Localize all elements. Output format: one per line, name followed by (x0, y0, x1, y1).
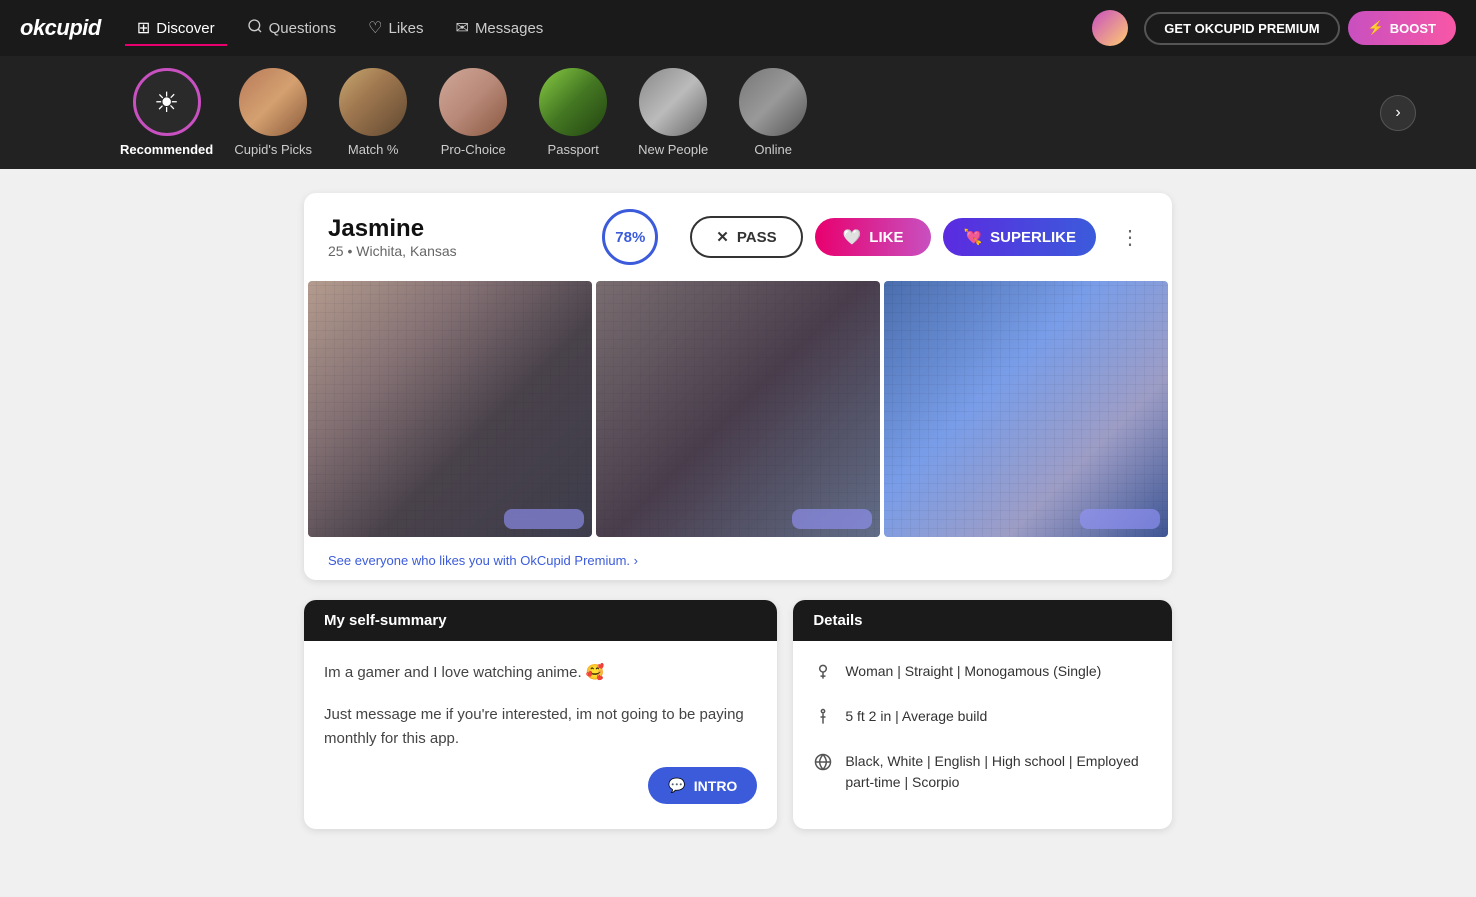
profile-name-block: Jasmine 25 • Wichita, Kansas (328, 215, 586, 259)
boost-icon: ⚡ (1368, 20, 1384, 36)
recommended-sun-icon: ☀ (154, 86, 179, 119)
detail-ethnicity-text: Black, White | English | High school | E… (845, 751, 1152, 793)
cupids-picks-img (239, 68, 307, 136)
summary-line-2: Just message me if you're interested, im… (324, 703, 757, 751)
nav-messages[interactable]: ✉ Messages (444, 10, 556, 46)
pro-choice-img (439, 68, 507, 136)
category-recommended[interactable]: ☀ Recommended (120, 68, 213, 157)
superlike-icon: 💘 (963, 228, 982, 246)
match-percentage-circle: 78% (602, 209, 658, 265)
messages-icon: ✉ (456, 18, 469, 38)
category-cupids-picks[interactable]: Cupid's Picks (233, 68, 313, 157)
action-buttons: ✕ PASS 🤍 LIKE 💘 SUPERLIKE (690, 216, 1096, 258)
main-content: ↺ Jasmine 25 • Wichita, Kansas 78% ✕ PAS… (288, 193, 1188, 829)
nav-messages-label: Messages (475, 20, 543, 37)
photo-blur-overlay-3 (884, 281, 1168, 537)
photo-blur-overlay-2 (596, 281, 880, 537)
like-button[interactable]: 🤍 LIKE (815, 218, 932, 256)
detail-row-ethnicity: Black, White | English | High school | E… (813, 751, 1152, 793)
top-navigation: okcupid ⊞ Discover Questions ♡ Likes ✉ M… (0, 0, 1476, 56)
profile-photo-3[interactable] (884, 281, 1168, 537)
profile-card: ↺ Jasmine 25 • Wichita, Kansas 78% ✕ PAS… (304, 193, 1172, 580)
self-summary-header: My self-summary (304, 600, 777, 641)
photo-badge-1 (504, 509, 584, 529)
user-avatar[interactable] (1092, 10, 1128, 46)
intro-button[interactable]: 💬 INTRO (648, 767, 757, 804)
nav-likes[interactable]: ♡ Likes (356, 10, 435, 46)
nav-questions[interactable]: Questions (235, 10, 349, 47)
photo-blur-overlay-1 (308, 281, 592, 537)
lower-sections: My self-summary Im a gamer and I love wa… (304, 600, 1172, 829)
brand-logo[interactable]: okcupid (20, 15, 101, 41)
new-people-img (639, 68, 707, 136)
premium-likes-link[interactable]: See everyone who likes you with OkCupid … (304, 541, 1172, 580)
summary-line-1: Im a gamer and I love watching anime. 🥰 (324, 661, 757, 685)
self-summary-body: Im a gamer and I love watching anime. 🥰 … (304, 641, 777, 771)
category-new-people[interactable]: New People (633, 68, 713, 157)
nav-likes-label: Likes (389, 20, 424, 37)
detail-gender-text: Woman | Straight | Monogamous (Single) (845, 661, 1101, 682)
boost-button[interactable]: ⚡ BOOST (1348, 11, 1456, 45)
detail-height-text: 5 ft 2 in | Average build (845, 706, 987, 727)
category-passport-label: Passport (548, 142, 599, 157)
category-match-label: Match % (348, 142, 399, 157)
self-summary-card: My self-summary Im a gamer and I love wa… (304, 600, 777, 829)
category-new-people-label: New People (638, 142, 708, 157)
recommended-icon-container: ☀ (133, 68, 201, 136)
category-pro-choice[interactable]: Pro-Choice (433, 68, 513, 157)
detail-row-height: 5 ft 2 in | Average build (813, 706, 1152, 735)
pass-x-icon: ✕ (716, 228, 729, 246)
category-online[interactable]: Online (733, 68, 813, 157)
category-match[interactable]: Match % (333, 68, 413, 157)
nav-discover-label: Discover (156, 20, 214, 37)
profile-photo-1[interactable] (308, 281, 592, 537)
details-card: Details Woman | Straight | Monogamous (S… (793, 600, 1172, 829)
profile-location: 25 • Wichita, Kansas (328, 243, 586, 259)
heart-icon: 🤍 (843, 228, 862, 246)
match-img (339, 68, 407, 136)
photo-badge-3 (1080, 509, 1160, 529)
height-icon (813, 707, 833, 735)
chat-icon: 💬 (668, 777, 685, 794)
category-cupids-picks-label: Cupid's Picks (234, 142, 312, 157)
category-bar: ☀ Recommended Cupid's Picks Match % Pro-… (0, 56, 1476, 169)
detail-row-gender: Woman | Straight | Monogamous (Single) (813, 661, 1152, 690)
category-pro-choice-label: Pro-Choice (441, 142, 506, 157)
profile-photo-2[interactable] (596, 281, 880, 537)
details-body: Woman | Straight | Monogamous (Single) 5… (793, 641, 1172, 829)
category-passport[interactable]: Passport (533, 68, 613, 157)
photo-badge-2 (792, 509, 872, 529)
more-options-button[interactable]: ⋮ (1112, 221, 1148, 254)
nav-questions-label: Questions (269, 20, 337, 37)
questions-icon (247, 18, 263, 39)
profile-header: Jasmine 25 • Wichita, Kansas 78% ✕ PASS … (304, 193, 1172, 281)
category-recommended-label: Recommended (120, 142, 213, 157)
globe-icon (813, 752, 833, 780)
premium-button[interactable]: GET OKCUPID PREMIUM (1144, 12, 1339, 45)
nav-discover[interactable]: ⊞ Discover (125, 10, 227, 46)
category-next-button[interactable]: › (1380, 95, 1416, 131)
gender-icon (813, 662, 833, 690)
category-online-label: Online (754, 142, 792, 157)
likes-icon: ♡ (368, 18, 382, 38)
discover-icon: ⊞ (137, 18, 150, 38)
passport-img (539, 68, 607, 136)
superlike-button[interactable]: 💘 SUPERLIKE (943, 218, 1096, 256)
pass-button[interactable]: ✕ PASS (690, 216, 802, 258)
profile-name: Jasmine (328, 215, 586, 243)
photos-grid (304, 281, 1172, 541)
details-header: Details (793, 600, 1172, 641)
online-img (739, 68, 807, 136)
